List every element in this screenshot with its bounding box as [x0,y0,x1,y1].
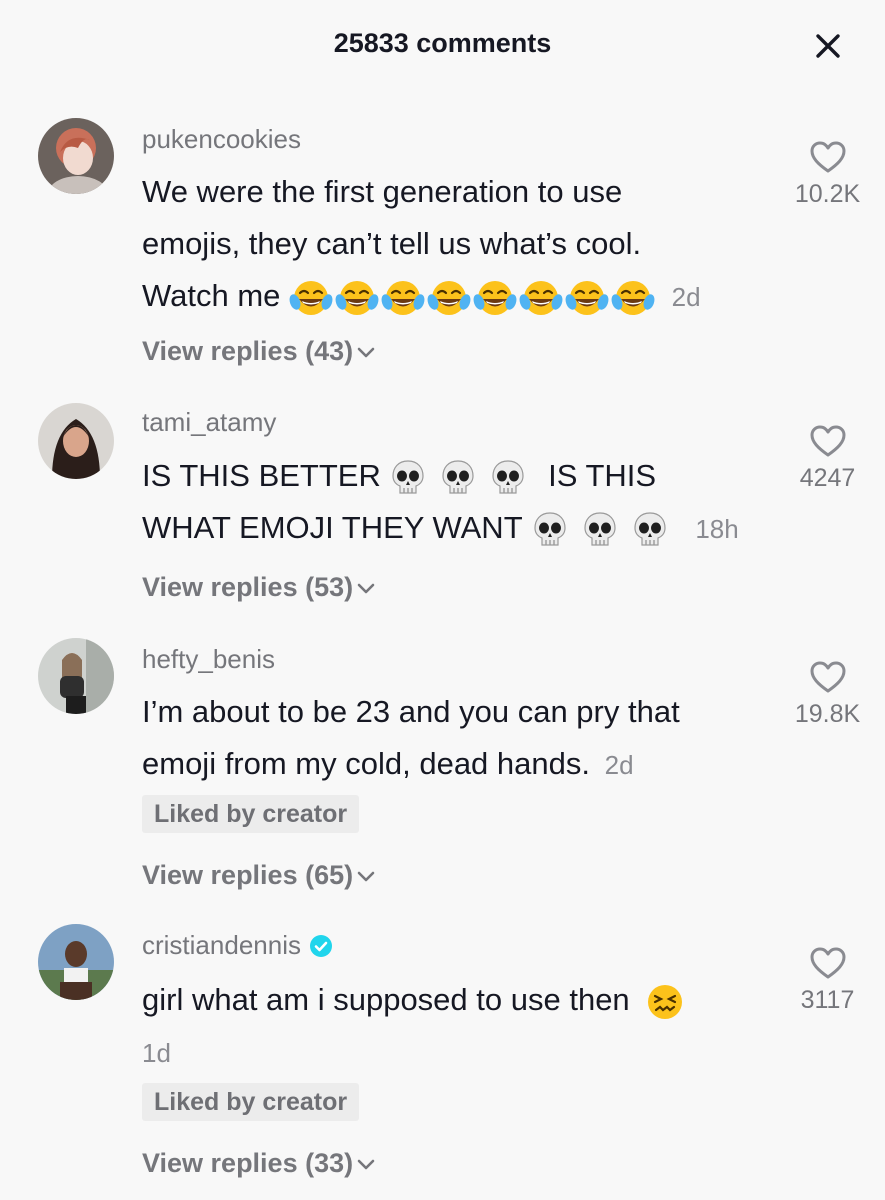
like-count: 19.8K [794,700,861,728]
view-replies-button[interactable]: View replies (53) [142,572,377,603]
comment-text-line: emojis, they can’t tell us what’s cool. [142,226,642,261]
emoji-group [289,278,657,315]
view-replies-label: View replies (33) [142,1148,354,1178]
tears-of-joy-emoji [519,278,563,318]
like-count: 10.2K [794,180,861,208]
emoji-group [531,510,681,546]
comment-text-line: emoji from my cold, dead hands. 2d [142,738,762,791]
comment-time: 18h [695,514,739,544]
comment-username[interactable]: cristiandennis [142,930,301,961]
tears-of-joy-emoji [381,278,425,318]
comment-text-line: 1d [142,1026,762,1079]
chevron-down-icon [357,1159,375,1169]
close-icon [816,34,840,58]
like-count: 4247 [799,464,856,492]
tears-of-joy-emoji [335,278,379,318]
avatar[interactable] [38,403,114,479]
comments-count-title: 25833 comments [333,28,552,58]
like-section: 10.2K [780,140,875,209]
tears-of-joy-emoji [473,278,517,318]
like-count: 3117 [800,986,855,1014]
heart-outline-icon[interactable] [809,424,847,458]
liked-by-creator-badge: Liked by creator [142,795,360,833]
heart-outline-icon[interactable] [809,660,847,694]
comment-username[interactable]: pukencookies [142,124,301,155]
comment-username[interactable]: hefty_benis [142,644,275,675]
tears-of-joy-emoji [611,278,655,318]
comment-text-line: IS THIS BETTER IS THIS [142,450,762,502]
comment-text-line-segment: Watch me [142,278,281,313]
skull-emoji [531,510,569,550]
comment-time: 2d [604,750,634,780]
view-replies-label: View replies (43) [142,336,354,366]
emoji-group [389,458,539,494]
comment-text-line: girl what am i supposed to use then [142,974,762,1026]
tears-of-joy-emoji [289,278,333,318]
comment-text-line: Watch me 2d [142,270,762,323]
like-section: 3117 [780,946,875,1015]
comment-text-line-segment: IS THIS [548,458,657,493]
view-replies-label: View replies (65) [142,860,354,890]
verified-badge-icon [309,934,332,957]
close-button[interactable] [806,24,850,68]
comment-text-line-segment: WHAT EMOJI THEY WANT [142,510,523,545]
skull-emoji [631,510,669,550]
view-replies-label: View replies (53) [142,572,354,602]
avatar[interactable] [38,924,114,1000]
tears-of-joy-emoji [565,278,609,318]
avatar[interactable] [38,118,114,194]
confounded-face-emoji [646,983,684,1021]
comment-text-line-segment: IS THIS BETTER [142,458,381,493]
view-replies-button[interactable]: View replies (43) [142,336,377,367]
skull-emoji [489,458,527,498]
comment-text-line: WHAT EMOJI THEY WANT 18h [142,502,762,555]
chevron-down-icon [357,583,375,593]
heart-outline-icon[interactable] [809,946,847,980]
comment-text-line: We were the first generation to use [142,174,623,209]
comment-username[interactable]: tami_atamy [142,407,276,438]
skull-emoji [581,510,619,550]
comment-text: IS THIS BETTER IS THIS WHAT EMOJI THEY W… [142,450,762,555]
avatar[interactable] [38,638,114,714]
like-section: 4247 [780,424,875,493]
like-section: 19.8K [780,660,875,729]
comment-text: I’m about to be 23 and you can pry that … [142,686,762,791]
tears-of-joy-emoji [427,278,471,318]
comment-time: 1d [142,1038,171,1068]
comments-header: 25833 comments [0,0,885,88]
liked-by-creator-badge: Liked by creator [142,1083,360,1121]
view-replies-button[interactable]: View replies (33) [142,1148,377,1179]
comment-text: We were the first generation to use emoj… [142,166,762,323]
skull-emoji [439,458,477,498]
comment-time: 2d [671,282,701,312]
comment-text-line: I’m about to be 23 and you can pry that [142,694,680,729]
comment-text-line-segment: emoji from my cold, dead hands. [142,746,590,781]
heart-outline-icon[interactable] [809,140,847,174]
chevron-down-icon [357,347,375,357]
view-replies-button[interactable]: View replies (65) [142,860,377,891]
skull-emoji [389,458,427,498]
comment-text: girl what am i supposed to use then 1d [142,974,762,1079]
comment-text-line-segment: girl what am i supposed to use then [142,982,630,1017]
chevron-down-icon [357,871,375,881]
